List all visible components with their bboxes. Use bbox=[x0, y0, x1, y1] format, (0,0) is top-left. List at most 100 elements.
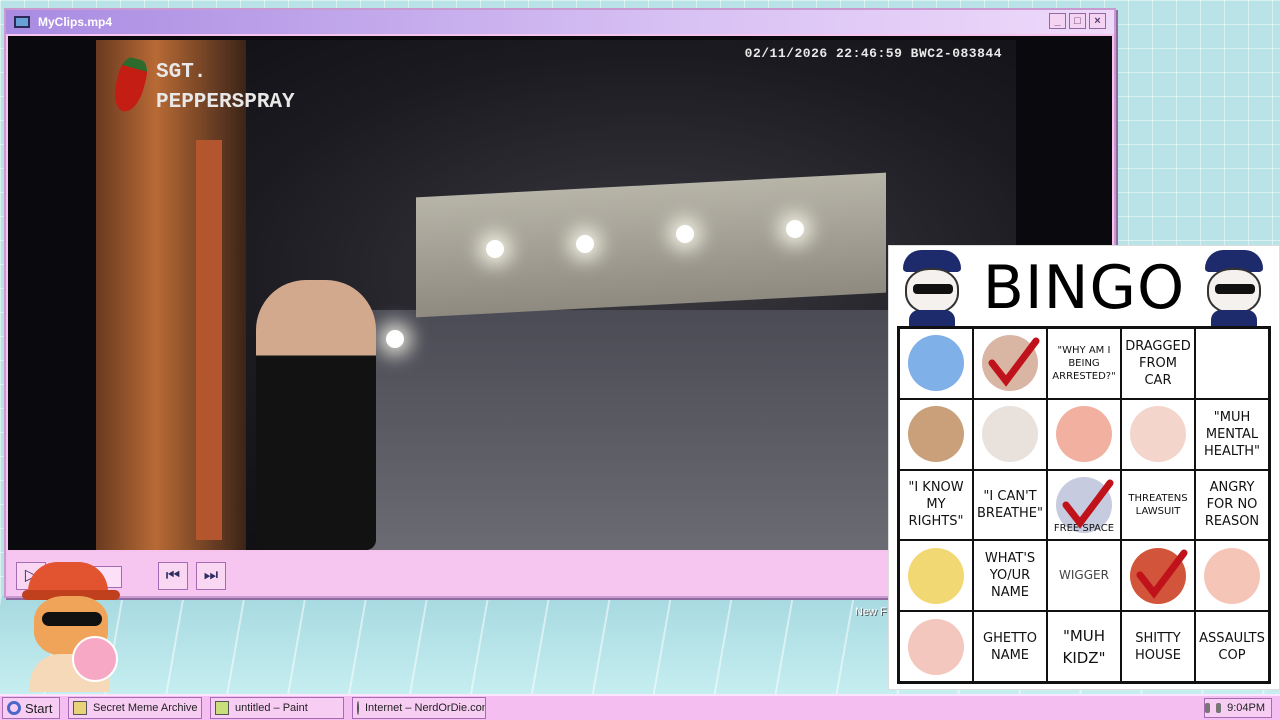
cat-sticker-icon bbox=[908, 335, 964, 392]
start-button[interactable]: Start bbox=[2, 697, 60, 719]
bingo-cell[interactable]: THREATENS LAWSUIT bbox=[1121, 469, 1195, 541]
taskbar-item-paint[interactable]: untitled – Paint bbox=[210, 697, 344, 719]
window-titlebar[interactable]: MyClips.mp4 _ □ × bbox=[6, 10, 1114, 34]
bingo-cell-label: DRAGGED FROM CAR bbox=[1125, 338, 1191, 388]
steering-wheel-cat-icon bbox=[982, 406, 1038, 463]
bingo-cell[interactable] bbox=[899, 611, 973, 682]
bingo-cell[interactable] bbox=[1047, 398, 1121, 470]
face-photo-icon bbox=[982, 335, 1038, 392]
bingo-cell-label: "MUH KIDZ" bbox=[1062, 626, 1106, 667]
bingo-cell-label: "I KNOW MY RIGHTS" bbox=[908, 480, 964, 530]
bingo-cell-label: WIGGER bbox=[1059, 568, 1109, 583]
media-player-app-icon bbox=[14, 16, 30, 28]
bingo-cell-label: GHETTO NAME bbox=[983, 630, 1037, 663]
tray-clock: 9:04PM bbox=[1227, 702, 1265, 714]
bingo-title: BINGO bbox=[982, 253, 1186, 323]
bingo-card: BINGO "WHY AM I BEING ARRESTED?" DRAGGED … bbox=[888, 245, 1280, 690]
minimize-button[interactable]: _ bbox=[1049, 13, 1066, 29]
taskbar: Start Secret Meme Archive untitled – Pai… bbox=[0, 694, 1280, 720]
bingo-cell[interactable] bbox=[1195, 328, 1269, 399]
bingo-cell[interactable] bbox=[899, 540, 973, 612]
headlight-glare bbox=[386, 330, 404, 348]
light-glare bbox=[576, 235, 594, 253]
minimize-icon: _ bbox=[1054, 15, 1061, 27]
start-logo-icon bbox=[7, 701, 21, 715]
blonde-cat-icon bbox=[908, 547, 964, 604]
bingo-cell[interactable]: "WHY AM I BEING ARRESTED?" bbox=[1047, 328, 1121, 399]
bingo-cell[interactable] bbox=[1121, 540, 1195, 612]
light-glare bbox=[676, 225, 694, 243]
paint-icon bbox=[215, 701, 229, 715]
free-space-label: FREE SPACE bbox=[1053, 523, 1115, 535]
chain-cat-icon bbox=[1204, 335, 1260, 392]
taskbar-item-label: untitled – Paint bbox=[235, 702, 308, 714]
bingo-cell-label: "I CAN'T BREATHE" bbox=[977, 488, 1043, 521]
video-frame: SGT. PEPPERSPRAY 02/11/2026 22:46:59 BWC… bbox=[96, 40, 1016, 550]
bingo-cell[interactable]: DRAGGED FROM CAR bbox=[1121, 328, 1195, 399]
bingo-cell[interactable]: SHITTY HOUSE bbox=[1121, 611, 1195, 682]
cat-sunglasses bbox=[42, 612, 102, 626]
light-glare bbox=[486, 240, 504, 258]
cop-cat-left-icon bbox=[895, 250, 969, 328]
taskbar-item-secret-meme-archive[interactable]: Secret Meme Archive bbox=[68, 697, 202, 719]
start-label: Start bbox=[25, 700, 53, 716]
bingo-cell-label: "WHY AM I BEING ARRESTED?" bbox=[1052, 344, 1116, 382]
bingo-cell-label: WHAT'S YO/UR NAME bbox=[984, 551, 1036, 601]
bingo-cell[interactable]: ASSAULTS COP bbox=[1195, 611, 1269, 682]
video-brand-overlay: SGT. PEPPERSPRAY bbox=[156, 58, 295, 118]
bingo-cell[interactable] bbox=[899, 328, 973, 399]
network-icon[interactable] bbox=[1205, 703, 1211, 713]
bingo-cell-label: "MUH MENTAL HEALTH" bbox=[1203, 409, 1261, 459]
bingo-cell[interactable] bbox=[899, 398, 973, 470]
previous-button[interactable]: ⏮ bbox=[158, 562, 188, 590]
person-figure bbox=[256, 280, 376, 550]
close-icon: × bbox=[1094, 15, 1101, 27]
hooded-cat-icon bbox=[1130, 547, 1186, 604]
bingo-cell-label: THREATENS LAWSUIT bbox=[1128, 492, 1188, 517]
globe-icon bbox=[357, 701, 359, 715]
bingo-cell[interactable]: FREE SPACE bbox=[1047, 469, 1121, 541]
light-glare bbox=[786, 220, 804, 238]
maximize-icon: □ bbox=[1074, 15, 1081, 27]
bubblegum-bubble bbox=[72, 636, 118, 682]
desktop-icon-label[interactable]: New F bbox=[855, 606, 887, 618]
bingo-cell[interactable]: ANGRY FOR NO REASON bbox=[1195, 469, 1269, 541]
maximize-button[interactable]: □ bbox=[1069, 13, 1086, 29]
bingo-cell-label: ANGRY FOR NO REASON bbox=[1204, 480, 1260, 530]
bubblegum-cat-sticker bbox=[8, 562, 128, 692]
taskbar-item-label: Internet – NerdOrDie.com bbox=[365, 702, 486, 714]
close-button[interactable]: × bbox=[1089, 13, 1106, 29]
volume-icon[interactable] bbox=[1216, 703, 1222, 713]
flower-cat-icon bbox=[1204, 547, 1260, 604]
bodycam-timestamp: 02/11/2026 22:46:59 BWC2-083844 bbox=[744, 46, 1002, 61]
bingo-cell[interactable]: "I CAN'T BREATHE" bbox=[973, 469, 1047, 541]
bingo-cell[interactable] bbox=[1195, 540, 1269, 612]
taskbar-item-internet[interactable]: Internet – NerdOrDie.com bbox=[352, 697, 486, 719]
bingo-cell[interactable]: GHETTO NAME bbox=[973, 611, 1047, 682]
bingo-cell[interactable] bbox=[1121, 398, 1195, 470]
window-title: MyClips.mp4 bbox=[38, 15, 113, 29]
bingo-cell[interactable]: "MUH KIDZ" bbox=[1047, 611, 1121, 682]
system-tray: 9:04PM bbox=[1204, 698, 1272, 718]
skip-back-icon: ⏮ bbox=[165, 567, 181, 584]
folder-icon bbox=[73, 701, 87, 715]
bingo-cell[interactable]: WIGGER bbox=[1047, 540, 1121, 612]
window-controls: _ □ × bbox=[1049, 13, 1106, 29]
porch-pillar-scene bbox=[196, 140, 222, 540]
next-button[interactable]: ⏭ bbox=[196, 562, 226, 590]
bingo-cell[interactable]: "MUH MENTAL HEALTH" bbox=[1195, 398, 1269, 470]
red-hair-cat-icon bbox=[1056, 406, 1112, 463]
skip-forward-icon: ⏭ bbox=[203, 567, 219, 584]
curly-hair-cat-icon bbox=[908, 406, 964, 463]
sad-cat-icon bbox=[1130, 406, 1186, 463]
bingo-cell-label: ASSAULTS COP bbox=[1199, 630, 1265, 663]
chubby-cat-icon bbox=[908, 618, 964, 675]
bingo-cell[interactable]: WHAT'S YO/UR NAME bbox=[973, 540, 1047, 612]
taskbar-item-label: Secret Meme Archive bbox=[93, 702, 198, 714]
bingo-cell[interactable]: "I KNOW MY RIGHTS" bbox=[899, 469, 973, 541]
bingo-grid: "WHY AM I BEING ARRESTED?" DRAGGED FROM C… bbox=[897, 326, 1271, 684]
bingo-cell[interactable] bbox=[973, 328, 1047, 399]
cop-cat-right-icon bbox=[1197, 250, 1271, 328]
bingo-cell-label: SHITTY HOUSE bbox=[1135, 630, 1181, 663]
bingo-cell[interactable] bbox=[973, 398, 1047, 470]
